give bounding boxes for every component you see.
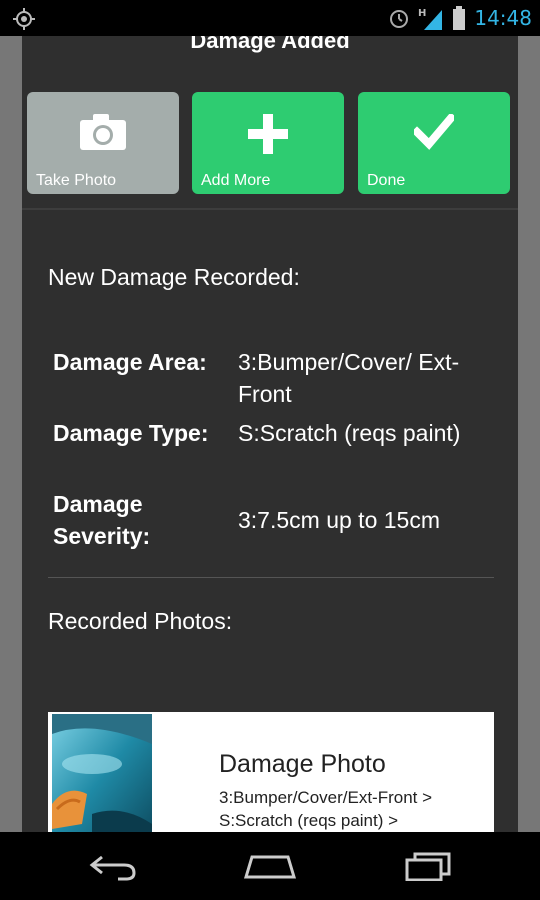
home-icon bbox=[243, 855, 297, 879]
done-button[interactable]: Done bbox=[358, 92, 510, 194]
status-icons: H 14:48 bbox=[388, 4, 532, 32]
add-more-button[interactable]: Add More bbox=[192, 92, 344, 194]
backdrop-left bbox=[0, 36, 22, 832]
signal-icon: H bbox=[418, 8, 443, 30]
dialog-title: Damage Added bbox=[190, 36, 350, 53]
damage-type-label: Damage Type: bbox=[53, 420, 209, 446]
back-icon bbox=[89, 855, 136, 881]
damage-photo-thumbnail bbox=[52, 714, 152, 832]
recorded-photos-heading: Recorded Photos: bbox=[48, 608, 233, 634]
back-button[interactable] bbox=[81, 846, 145, 886]
recent-apps-icon bbox=[405, 852, 451, 881]
plus-icon bbox=[248, 114, 288, 154]
damage-severity-value: 3:7.5cm up to 15cm bbox=[238, 507, 440, 533]
photo-title: Damage Photo bbox=[219, 750, 386, 778]
photo-description: 3:Bumper/Cover/Ext-Front > S:Scratch (re… bbox=[219, 788, 433, 830]
recent-apps-button[interactable] bbox=[396, 846, 460, 886]
status-time: 14:48 bbox=[474, 6, 532, 30]
camera-icon bbox=[80, 114, 126, 150]
photo-list-item[interactable]: Damage Photo 3:Bumper/Cover/Ext-Front > … bbox=[48, 712, 494, 832]
gps-icon bbox=[13, 8, 35, 30]
damage-severity-label: Damage Severity: bbox=[53, 491, 151, 549]
done-label: Done bbox=[367, 172, 406, 189]
add-more-label: Add More bbox=[201, 172, 271, 189]
navigation-bar bbox=[0, 832, 540, 900]
checkmark-icon bbox=[414, 114, 454, 150]
take-photo-button[interactable]: Take Photo bbox=[27, 92, 179, 194]
alarm-icon bbox=[390, 10, 409, 28]
divider bbox=[48, 577, 494, 578]
status-bar: H 14:48 bbox=[0, 0, 540, 36]
svg-text:H: H bbox=[418, 8, 426, 19]
take-photo-label: Take Photo bbox=[36, 172, 117, 189]
new-damage-heading: New Damage Recorded: bbox=[48, 264, 300, 290]
divider bbox=[22, 208, 518, 210]
battery-icon bbox=[453, 6, 466, 30]
backdrop-right bbox=[518, 36, 540, 832]
damage-area-label: Damage Area: bbox=[53, 349, 207, 375]
home-button[interactable] bbox=[238, 846, 302, 886]
damage-area-value: 3:Bumper/Cover/ Ext-Front bbox=[238, 349, 460, 407]
damage-dialog: Damage Added Take Photo Add More Done Ne… bbox=[22, 36, 518, 832]
damage-type-value: S:Scratch (reqs paint) bbox=[238, 420, 461, 446]
